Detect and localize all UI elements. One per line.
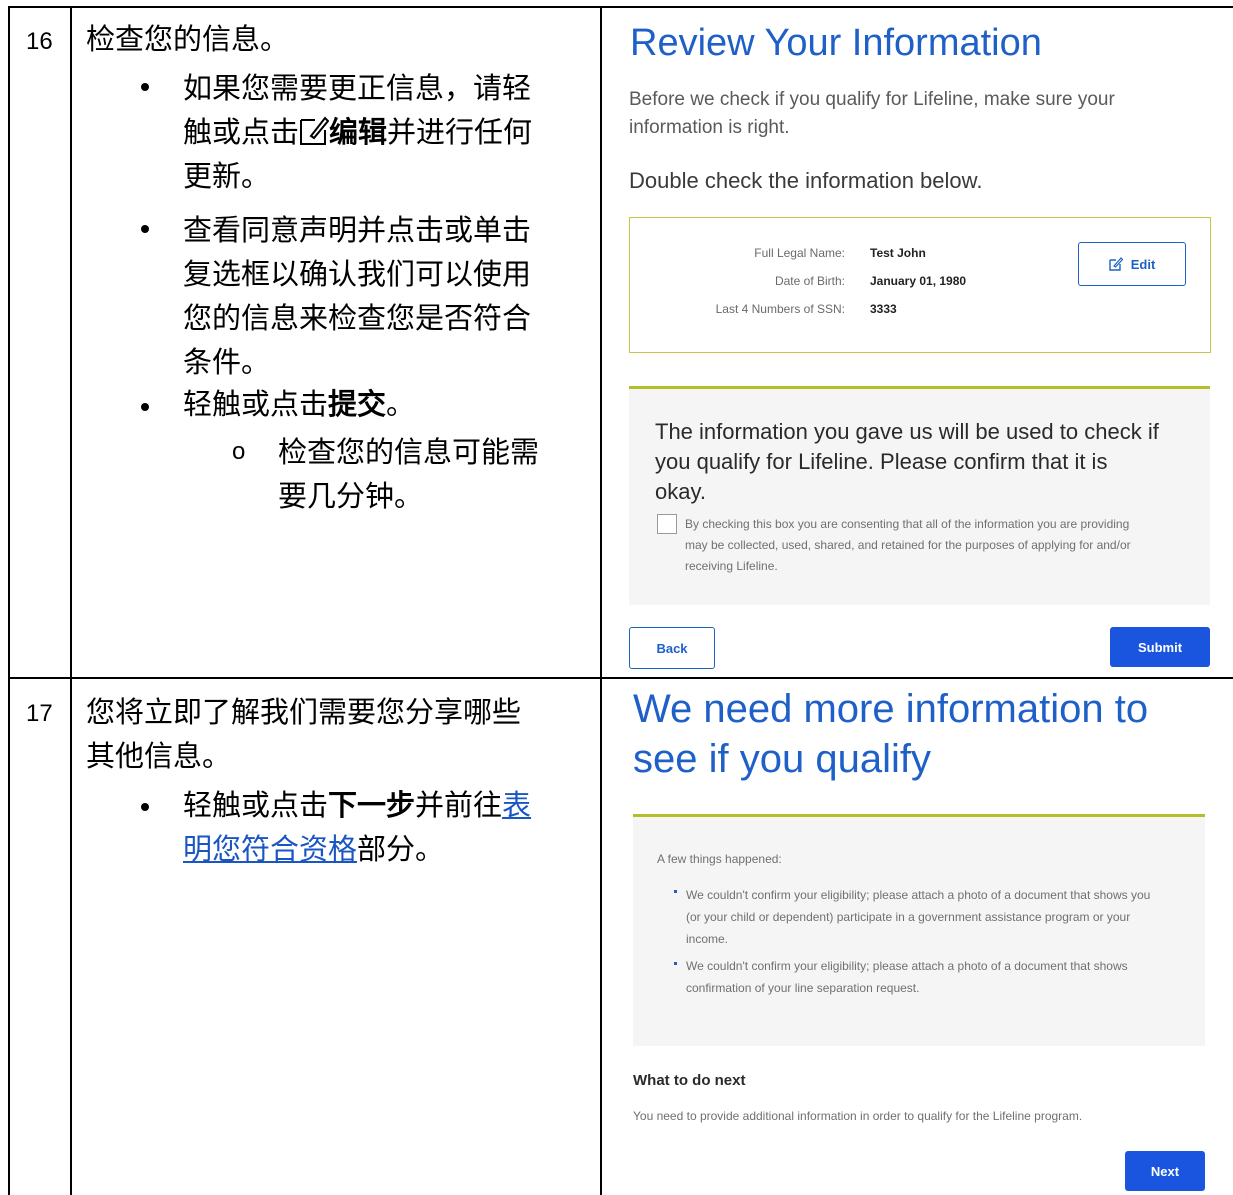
review-subtitle: Before we check if you qualify for Lifel… [629,89,1115,138]
field-label: Date of Birth: [774,274,845,288]
field-value: Test John [870,246,926,260]
double-check-heading: Double check the information below. [629,168,983,193]
issues-intro: A few things happened: [657,852,782,866]
eligibility-link[interactable]: 表 [502,788,531,822]
bullet-dot [141,225,149,233]
issue-item-2: We couldn't confirm your eligibility; pl… [686,959,1128,995]
step-16-bullet-3: 轻触或点击提交。 [183,387,416,421]
eligibility-link[interactable]: 明您符合资格 [183,832,357,866]
row-divider [8,677,1233,679]
consent-text: By checking this box you are consenting … [685,517,1131,573]
bullet-dot [141,803,149,811]
submit-button[interactable]: Submit [1110,627,1210,667]
column-divider-number [70,6,72,1195]
more-info-title: We need more information to see if you q… [633,687,1149,781]
issue-bullet [674,890,677,893]
next-text: You need to provide additional informati… [633,1109,1083,1123]
field-label: Last 4 Numbers of SSN: [715,302,845,316]
issue-item-1: We couldn't confirm your eligibility; pl… [686,888,1151,946]
table-top-border [8,6,1233,8]
step-17-bullet: 轻触或点击下一步并前往表 明您符合资格部分。 [183,788,532,866]
next-heading: What to do next [633,1072,746,1089]
consent-checkbox[interactable] [657,514,677,534]
edit-button[interactable]: Edit [1078,242,1186,286]
step-16-intro: 检查您的信息。 [86,22,290,56]
step-17-intro: 您将立即了解我们需要您分享哪些 其他信息。 [86,695,522,773]
step-number-16: 16 [26,28,53,55]
issue-bullet [674,962,677,965]
field-value: January 01, 1980 [870,274,967,288]
step-16-sub-bullet: 检查您的信息可能需 要几分钟。 [278,435,540,513]
field-value: 3333 [870,302,897,316]
bullet-dot [141,403,149,411]
bullet-dot [141,83,149,91]
consent-heading: The information you gave us will be used… [655,419,1159,504]
column-divider-text [600,6,602,1195]
step-16-bullet-1: 如果您需要更正信息，请轻 触或点击 编辑并进行任何 更新。 [183,71,533,193]
edit-icon [300,116,330,145]
step-number-17: 17 [26,700,53,727]
field-label: Full Legal Name: [754,246,845,260]
table-left-border [8,6,10,1195]
review-title: Review Your Information [630,22,1042,64]
next-button[interactable]: Next [1125,1151,1205,1191]
back-button[interactable]: Back [629,627,715,669]
sub-bullet-marker: o [232,438,246,465]
edit-icon [1109,257,1123,271]
step-16-bullet-2: 查看同意声明并点击或单击 复选框以确认我们可以使用 您的信息来检查您是否符合 条… [183,213,532,379]
